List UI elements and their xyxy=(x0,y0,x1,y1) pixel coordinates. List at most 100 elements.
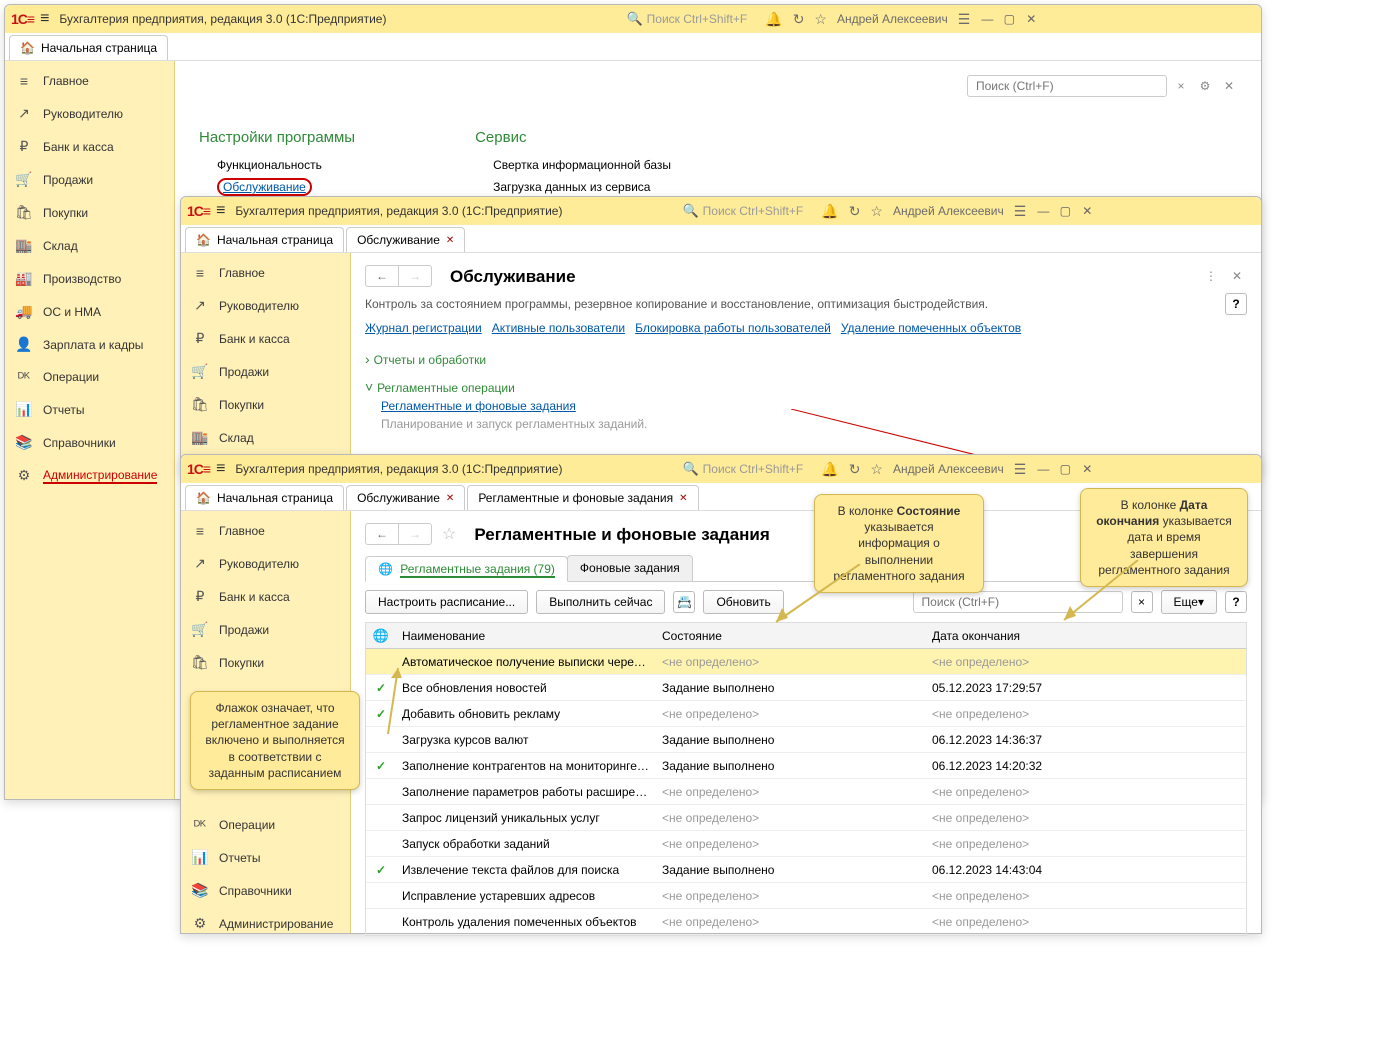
maintenance-link[interactable]: Блокировка работы пользователей xyxy=(635,321,831,335)
sidebar-item-покупки[interactable]: 🛍Покупки xyxy=(181,646,350,679)
table-row[interactable]: Запуск обработки заданий<не определено><… xyxy=(366,831,1246,857)
back-button[interactable]: ← xyxy=(366,266,399,286)
tab-tasks[interactable]: Регламентные и фоновые задания ✕ xyxy=(467,485,698,510)
more-icon[interactable]: ⋮ xyxy=(1201,266,1221,286)
sidebar-item-главное[interactable]: ≡Главное xyxy=(181,257,350,289)
global-search[interactable]: 🔍 Поиск Ctrl+Shift+F xyxy=(682,461,803,477)
global-search[interactable]: 🔍 Поиск Ctrl+Shift+F xyxy=(682,203,803,219)
column-name[interactable]: Наименование xyxy=(396,629,656,643)
sidebar-item-зарплата и кадры[interactable]: 👤Зарплата и кадры xyxy=(5,328,174,361)
back-button[interactable]: ← xyxy=(366,524,399,544)
grid-search[interactable] xyxy=(913,591,1123,613)
star-icon[interactable]: ☆ xyxy=(870,461,883,478)
maintenance-link[interactable]: Удаление помеченных объектов xyxy=(841,321,1021,335)
main-menu-icon[interactable]: ≡ xyxy=(216,202,225,220)
sidebar-item-продажи[interactable]: 🛒Продажи xyxy=(181,613,350,646)
bell-icon[interactable]: 🔔 xyxy=(821,203,838,220)
filter-icon[interactable]: ☰ xyxy=(1014,203,1027,220)
sidebar-item-отчеты[interactable]: 📊Отчеты xyxy=(181,841,350,874)
sidebar-item-администрирование[interactable]: ⚙Администрирование xyxy=(181,907,350,940)
sidebar-item-справочники[interactable]: 📚Справочники xyxy=(5,426,174,459)
forward-button[interactable]: → xyxy=(399,266,431,286)
sidebar-item-операции[interactable]: ᴰᴷОперации xyxy=(181,809,350,841)
close-panel-icon[interactable]: ✕ xyxy=(1219,76,1239,96)
username[interactable]: Андрей Алексеевич xyxy=(893,462,1004,476)
sidebar-item-покупки[interactable]: 🛍Покупки xyxy=(181,388,350,421)
column-state[interactable]: Состояние xyxy=(656,629,926,643)
tab-home[interactable]: 🏠 Начальная страница xyxy=(9,35,168,60)
history-icon[interactable]: ↻ xyxy=(793,11,805,28)
sidebar-item-главное[interactable]: ≡Главное xyxy=(5,65,174,97)
sidebar-item-операции[interactable]: ᴰᴷОперации xyxy=(5,361,174,393)
btn-refresh[interactable]: Обновить xyxy=(703,590,783,614)
table-row[interactable]: Автоматическое получение выписки через с… xyxy=(366,649,1246,675)
close-tab-icon[interactable]: ✕ xyxy=(679,493,687,504)
functionality-link[interactable]: Функциональность xyxy=(199,154,355,176)
close-tab-icon[interactable]: ✕ xyxy=(446,493,454,504)
tab-home[interactable]: 🏠 Начальная страница xyxy=(185,485,344,510)
table-row[interactable]: Исправление устаревших адресов<не опреде… xyxy=(366,883,1246,909)
table-row[interactable]: ✓Заполнение контрагентов на мониторинге … xyxy=(366,753,1246,779)
minimize-button[interactable]: — xyxy=(1034,202,1052,220)
main-menu-icon[interactable]: ≡ xyxy=(40,10,49,28)
filter-icon[interactable]: ☰ xyxy=(958,11,971,28)
username[interactable]: Андрей Алексеевич xyxy=(837,12,948,26)
help-button[interactable]: ? xyxy=(1225,591,1247,613)
sidebar-item-руководителю[interactable]: ↗Руководителю xyxy=(181,547,350,580)
minimize-button[interactable]: — xyxy=(1034,460,1052,478)
sidebar-item-справочники[interactable]: 📚Справочники xyxy=(181,874,350,907)
clear-search-button[interactable]: × xyxy=(1131,591,1153,613)
forward-button[interactable]: → xyxy=(399,524,431,544)
help-button[interactable]: ? xyxy=(1225,293,1247,315)
table-row[interactable]: Запрос лицензий уникальных услуг<не опре… xyxy=(366,805,1246,831)
svc-load-link[interactable]: Загрузка данных из сервиса xyxy=(475,176,671,198)
maintenance-link[interactable]: Обслуживание xyxy=(217,178,312,196)
sidebar-item-главное[interactable]: ≡Главное xyxy=(181,515,350,547)
username[interactable]: Андрей Алексеевич xyxy=(893,204,1004,218)
sidebar-item-производство[interactable]: 🏭Производство xyxy=(5,262,174,295)
table-row[interactable]: Контроль удаления помеченных объектов<не… xyxy=(366,909,1246,935)
close-tab-icon[interactable]: ✕ xyxy=(446,235,454,246)
sidebar-item-продажи[interactable]: 🛒Продажи xyxy=(5,163,174,196)
table-row[interactable]: Заполнение параметров работы расширений<… xyxy=(366,779,1246,805)
table-row[interactable]: Загрузка курсов валютЗадание выполнено06… xyxy=(366,727,1246,753)
sidebar-item-покупки[interactable]: 🛍Покупки xyxy=(5,196,174,229)
tab-maintenance[interactable]: Обслуживание ✕ xyxy=(346,485,465,510)
column-date[interactable]: Дата окончания xyxy=(926,629,1246,643)
section-reports[interactable]: › Отчеты и обработки xyxy=(365,351,1247,367)
tab-background[interactable]: Фоновые задания xyxy=(567,555,693,581)
section-ops[interactable]: ˅ Регламентные операции xyxy=(365,379,1247,395)
page-search-input[interactable] xyxy=(974,78,1160,94)
close-button[interactable]: ✕ xyxy=(1078,202,1096,220)
tab-maintenance[interactable]: Обслуживание ✕ xyxy=(346,227,465,252)
sidebar-item-администрирование[interactable]: ⚙Администрирование xyxy=(5,459,174,492)
bell-icon[interactable]: 🔔 xyxy=(765,11,782,28)
sidebar-item-банк и касса[interactable]: ₽Банк и касса xyxy=(181,322,350,355)
star-icon[interactable]: ☆ xyxy=(814,11,827,28)
close-button[interactable]: ✕ xyxy=(1078,460,1096,478)
btn-schedule[interactable]: Настроить расписание... xyxy=(365,590,528,614)
sidebar-item-продажи[interactable]: 🛒Продажи xyxy=(181,355,350,388)
tab-scheduled[interactable]: 🌐 Регламентные задания (79) xyxy=(365,556,568,582)
bell-icon[interactable]: 🔔 xyxy=(821,461,838,478)
close-button[interactable]: ✕ xyxy=(1022,10,1040,28)
history-icon[interactable]: ↻ xyxy=(849,461,861,478)
history-icon[interactable]: ↻ xyxy=(849,203,861,220)
close-page-icon[interactable]: ✕ xyxy=(1227,266,1247,286)
btn-run[interactable]: Выполнить сейчас xyxy=(536,590,665,614)
maintenance-link[interactable]: Активные пользователи xyxy=(492,321,625,335)
grid-search-input[interactable] xyxy=(920,594,1116,610)
idcard-icon-button[interactable]: 📇 xyxy=(673,591,695,613)
column-enabled-icon[interactable]: 🌐 xyxy=(366,628,396,644)
star-icon[interactable]: ☆ xyxy=(870,203,883,220)
maximize-button[interactable]: ▢ xyxy=(1000,10,1018,28)
sidebar-item-склад[interactable]: 🏬Склад xyxy=(5,229,174,262)
clear-search-icon[interactable]: × xyxy=(1171,76,1191,96)
table-row[interactable]: ✓Добавить обновить рекламу<не определено… xyxy=(366,701,1246,727)
tasks-link[interactable]: Регламентные и фоновые задания xyxy=(381,399,1247,413)
sidebar-item-склад[interactable]: 🏬Склад xyxy=(181,421,350,454)
sidebar-item-отчеты[interactable]: 📊Отчеты xyxy=(5,393,174,426)
maximize-button[interactable]: ▢ xyxy=(1056,460,1074,478)
page-search[interactable] xyxy=(967,75,1167,97)
sidebar-item-ос и нма[interactable]: 🚚ОС и НМА xyxy=(5,295,174,328)
